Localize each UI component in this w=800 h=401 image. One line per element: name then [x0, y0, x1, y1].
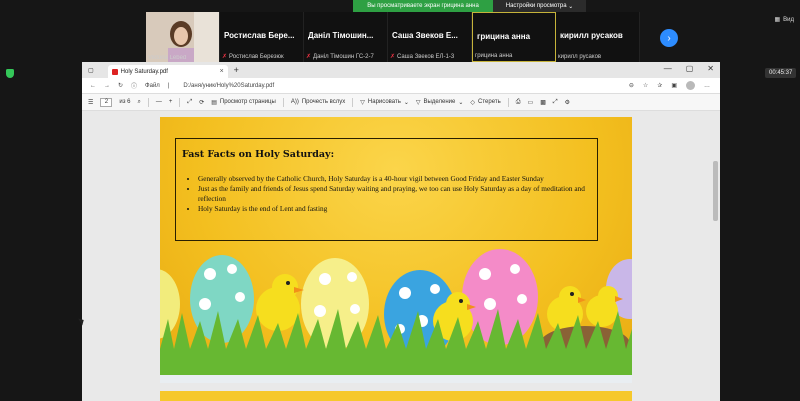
list-item: Just as the family and friends of Jesus …	[198, 184, 592, 204]
draw-icon: ▽	[360, 99, 365, 106]
window-controls: — ▢ ✕	[664, 64, 714, 73]
participant-strip: Viktoria Lebed Ростислав Бере... ✗ Ростис…	[146, 12, 640, 62]
highlight-button[interactable]: ▽ Выделение ⌄	[416, 99, 463, 106]
more-menu-icon[interactable]: …	[704, 83, 710, 89]
read-aloud-icon: A))	[290, 99, 299, 105]
page-view-button[interactable]: ▤ Просмотр страницы	[211, 99, 276, 106]
zoom-meeting-window: Вы просматриваете экран грицина анна Нас…	[0, 0, 800, 401]
participant-name: грицина анна	[475, 53, 513, 59]
sharing-status: Вы просматриваете экран грицина анна	[353, 0, 493, 12]
favorites-icon[interactable]: ✰	[657, 82, 662, 89]
participant-tile[interactable]: Ростислав Бере... ✗ Ростислав Березюк	[220, 12, 304, 62]
minimize-icon[interactable]: —	[664, 64, 672, 73]
mic-muted-icon: ✗	[306, 54, 312, 60]
view-options-button[interactable]: Настройки просмотра ⌄	[493, 0, 586, 12]
tab-actions-icon[interactable]: ▢	[88, 67, 94, 74]
read-aloud-button[interactable]: A)) Прочесть вслух	[291, 99, 345, 105]
page-number-input[interactable]: 2	[100, 97, 113, 107]
chevron-down-icon: ⌄	[403, 99, 409, 106]
easter-eggs-image	[160, 249, 632, 383]
chevron-down-icon: ⌄	[458, 99, 464, 106]
settings-gear-icon[interactable]: ⚙	[565, 99, 570, 106]
next-participants-button[interactable]: ›	[660, 29, 678, 47]
erase-button[interactable]: ◇ Стереть	[470, 99, 500, 106]
search-icon[interactable]: ⌕	[138, 99, 141, 106]
facts-list: Generally observed by the Catholic Churc…	[188, 174, 592, 214]
address-bar: ← → ↻ ⓘ Файл | D:/аня/уник/Holy%20Saturd…	[82, 78, 720, 94]
participant-name: Ростислав Березюк	[229, 53, 284, 60]
fullscreen-icon[interactable]: ⤢	[553, 99, 558, 106]
participant-name: Саша Звеков ЕЛ-1-3	[397, 53, 455, 60]
address-separator: |	[167, 82, 170, 89]
list-item: Generally observed by the Catholic Churc…	[198, 174, 592, 184]
participant-display-name: Ростислав Бере...	[224, 31, 295, 40]
list-item: Holy Saturday is the end of Lent and fas…	[198, 204, 592, 214]
security-shield-icon	[6, 69, 14, 78]
pdf-file-icon	[111, 68, 118, 75]
maximize-icon[interactable]: ▢	[686, 64, 694, 73]
tab-title: Holy Saturday.pdf	[120, 68, 168, 75]
participant-display-name: грицина анна	[477, 32, 531, 41]
view-label: Вид	[783, 16, 794, 23]
page-view-icon: ▤	[211, 99, 217, 106]
info-icon[interactable]: ⓘ	[131, 81, 137, 90]
new-tab-button[interactable]: +	[234, 65, 239, 75]
forward-icon[interactable]: →	[104, 83, 110, 89]
rotate-icon[interactable]: ⟳	[199, 99, 204, 106]
participant-tile-active[interactable]: грицина анна грицина анна	[472, 12, 556, 62]
edge-browser-window: ▢ Holy Saturday.pdf × + — ▢ ✕ ← → ↻ ⓘ Фа…	[82, 62, 720, 401]
close-tab-icon[interactable]: ×	[220, 68, 224, 75]
print-icon[interactable]: ⎙	[516, 99, 521, 106]
pdf-toolbar: ☰ 2 из 6 ⌕ — + ⤢ ⟳ ▤ Просмотр страницы A)…	[82, 94, 720, 111]
refresh-icon[interactable]: ↻	[118, 82, 123, 89]
meeting-timer: 00:45:37	[765, 68, 797, 78]
participant-name: кирилл русаков	[558, 54, 602, 60]
pdf-next-page	[160, 391, 632, 401]
view-button[interactable]: ▦ Вид	[774, 16, 794, 24]
zoom-icon[interactable]: ⊖	[629, 82, 634, 89]
participant-tile[interactable]: Саша Звеков Е... ✗ Саша Звеков ЕЛ-1-3	[388, 12, 472, 62]
vertical-scrollbar[interactable]	[713, 161, 718, 221]
participant-display-name: Саша Звеков Е...	[392, 31, 458, 40]
participant-tile[interactable]: кирилл русаков кирилл русаков	[556, 12, 640, 62]
highlight-icon: ▽	[415, 99, 421, 106]
mic-muted-icon: ✗	[390, 54, 396, 60]
participant-name: Viktoria Lebed	[148, 55, 187, 61]
zoom-out-button[interactable]: —	[156, 99, 162, 105]
fit-page-icon[interactable]: ⤢	[187, 99, 192, 106]
save-as-icon[interactable]: ▩	[540, 99, 546, 106]
mic-muted-icon: ✗	[222, 54, 228, 60]
participant-display-name: Даніл Тімошин...	[308, 31, 374, 40]
facts-box: Fast Facts on Holy Saturday: Generally o…	[175, 138, 598, 241]
save-icon[interactable]: ▭	[528, 99, 534, 106]
screen-share-banner: Вы просматриваете экран грицина анна Нас…	[353, 0, 586, 12]
participant-tile[interactable]: Viktoria Lebed	[146, 12, 220, 62]
close-icon[interactable]: ✕	[707, 64, 714, 73]
favorite-star-icon[interactable]: ☆	[643, 82, 648, 89]
zoom-in-button[interactable]: +	[169, 99, 173, 105]
participant-display-name: кирилл русаков	[560, 31, 623, 40]
participant-name: Даніл Тімошин ГС-2-7	[313, 53, 374, 60]
back-icon[interactable]: ←	[90, 83, 96, 89]
participant-tile[interactable]: Даніл Тімошин... ✗ Даніл Тімошин ГС-2-7	[304, 12, 388, 62]
profile-avatar[interactable]	[686, 81, 695, 90]
eraser-icon: ◇	[470, 99, 475, 106]
grid-icon: ▦	[774, 17, 781, 23]
contents-icon[interactable]: ☰	[88, 99, 93, 106]
collections-icon[interactable]: ▣	[671, 82, 677, 89]
pdf-page: Fast Facts on Holy Saturday: Generally o…	[160, 117, 632, 383]
address-prefix: Файл	[145, 82, 160, 89]
url-input[interactable]: D:/аня/уник/Holy%20Saturday.pdf	[183, 83, 274, 89]
tab-bar: ▢ Holy Saturday.pdf × + — ▢ ✕	[82, 62, 720, 78]
tab-holy-saturday[interactable]: Holy Saturday.pdf ×	[107, 65, 228, 78]
facts-title: Fast Facts on Holy Saturday:	[182, 149, 335, 160]
chevron-right-icon: ›	[667, 32, 671, 44]
pdf-viewer[interactable]: Fast Facts on Holy Saturday: Generally o…	[82, 111, 720, 401]
page-total: из 6	[119, 99, 131, 105]
draw-button[interactable]: ▽ Нарисовать ⌄	[360, 99, 409, 106]
